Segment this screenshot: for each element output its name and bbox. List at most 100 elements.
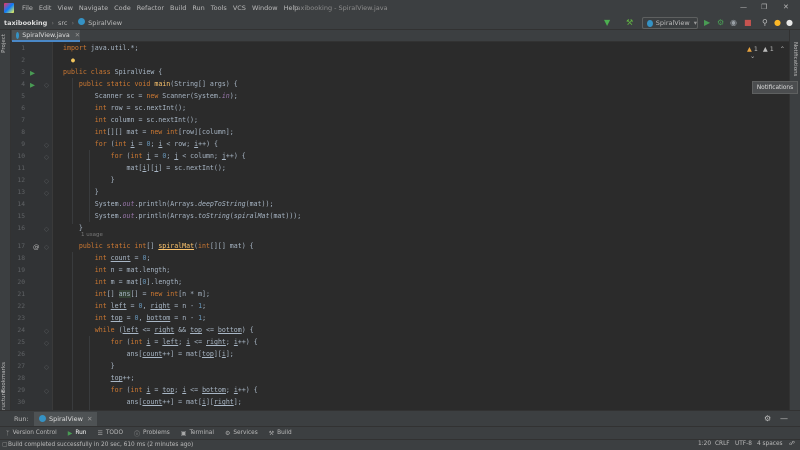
project-tool-tab[interactable]: Project (1, 34, 7, 53)
build-hammer-icon[interactable]: ⚒ (626, 18, 633, 27)
close-icon[interactable]: ✕ (783, 3, 789, 11)
fold-icon[interactable]: ◇ (44, 177, 49, 185)
line-number: 1 (21, 45, 25, 52)
annotation-gutter-icon[interactable]: @ (33, 243, 40, 251)
menu-file[interactable]: File (22, 4, 33, 12)
fold-icon[interactable]: ◇ (44, 141, 49, 149)
fold-icon[interactable]: ◇ (44, 189, 49, 197)
update-icon[interactable]: ● (774, 18, 781, 27)
vcs-icon[interactable]: ▼ (604, 18, 610, 27)
code-line: } (63, 224, 83, 232)
menu-run[interactable]: Run (192, 4, 204, 12)
menu-tools[interactable]: Tools (211, 4, 227, 12)
run-tab-spiralview[interactable]: SpiralView ✕ (34, 411, 98, 426)
todo-button[interactable]: ☰ TODO (97, 430, 123, 437)
intention-bulb-icon[interactable]: ● (63, 56, 75, 65)
close-tab-icon[interactable]: ✕ (75, 32, 80, 39)
title-bar: File Edit View Navigate Code Refactor Bu… (0, 0, 800, 16)
fold-icon[interactable]: ◇ (44, 339, 49, 347)
code-line: while (left <= right && top <= bottom) { (94, 326, 254, 334)
tool-window-label: Problems (143, 430, 170, 436)
run-icon: ▶ (67, 429, 73, 437)
status-icon[interactable]: ▢ (2, 441, 8, 448)
menu-navigate[interactable]: Navigate (79, 4, 108, 12)
intellij-logo-icon[interactable] (4, 3, 14, 13)
code-line: public class SpiralView { (63, 68, 163, 76)
weak-warning-icon: ▲ (762, 46, 768, 53)
status-bar: ▢ Build completed successfully in 20 sec… (0, 439, 800, 450)
coverage-icon[interactable]: ◉ (730, 18, 737, 27)
code-editor[interactable]: 1 2 3 4 5 6 7 8 9 10 11 12 13 14 15 16 1… (11, 42, 789, 418)
services-button[interactable]: ⚙ Services (225, 430, 258, 437)
inspection-widget[interactable]: ▲ 1 ▲ 1 ⌃ ⌄ (747, 46, 789, 60)
fold-icon[interactable]: ◇ (44, 243, 49, 251)
menu-code[interactable]: Code (114, 4, 131, 12)
line-number: 21 (17, 291, 25, 298)
menu-edit[interactable]: Edit (39, 4, 52, 12)
line-number: 2 (21, 57, 25, 64)
run-gutter-icon[interactable]: ▶ (30, 81, 35, 89)
status-message[interactable]: Build completed successfully in 20 sec, … (8, 442, 193, 448)
chevron-down-icon[interactable]: ⌄ (750, 53, 755, 60)
code-line: System.out.println(Arrays.toString(spira… (63, 212, 302, 220)
run-tool-window-header: Run: SpiralView ✕ ⚙ — (0, 410, 800, 426)
run-button[interactable]: ▶ Run (68, 430, 87, 437)
line-number: 16 (17, 225, 25, 232)
line-number: 29 (17, 387, 25, 394)
run-configuration-select[interactable]: SpiralView ▾ (642, 17, 698, 29)
menu-refactor[interactable]: Refactor (137, 4, 164, 12)
tool-window-label: Terminal (189, 430, 214, 436)
stop-icon[interactable]: ■ (744, 18, 752, 27)
services-icon: ⚙ (224, 429, 231, 437)
bookmarks-tool-tab[interactable]: Bookmarks (1, 362, 7, 393)
code-line: int[][] mat = new int[row][column]; (94, 128, 234, 136)
line-number: 12 (17, 177, 25, 184)
jetbrains-account-icon[interactable]: ● (786, 18, 793, 27)
build-button[interactable]: ⚒ Build (269, 430, 292, 437)
run-gutter-icon[interactable]: ▶ (30, 69, 35, 77)
file-encoding[interactable]: UTF-8 (735, 441, 752, 447)
indent-setting[interactable]: 4 spaces (757, 441, 783, 447)
chevron-up-icon[interactable]: ⌃ (780, 46, 785, 53)
code-line: top++; (110, 374, 135, 382)
run-icon[interactable]: ▶ (704, 18, 710, 27)
fold-icon[interactable]: ◇ (44, 153, 49, 161)
usage-hint[interactable]: 1 usage (81, 232, 103, 238)
notifications-tool-tab[interactable]: Notifications (792, 42, 798, 76)
breadcrumb-class-label: SpiralView (88, 19, 123, 27)
navigation-bar: taxibooking › src › SpiralView ▼ ⚒ Spira… (0, 16, 800, 30)
fold-icon[interactable]: ◇ (44, 387, 49, 395)
branch-icon: ᛉ (6, 429, 10, 437)
close-tab-icon[interactable]: ✕ (87, 415, 92, 423)
fold-icon[interactable]: ◇ (44, 225, 49, 233)
gear-icon[interactable]: ⚙ (764, 414, 771, 423)
code-line: int m = mat[0].length; (94, 278, 183, 286)
hide-panel-icon[interactable]: — (780, 414, 788, 423)
menu-build[interactable]: Build (170, 4, 186, 12)
problems-button[interactable]: ⓘ Problems (134, 429, 170, 438)
java-class-icon (16, 31, 20, 39)
restore-icon[interactable]: ❐ (761, 3, 767, 11)
version-control-button[interactable]: ᛉ Version Control (6, 430, 57, 437)
breadcrumb-src[interactable]: src (58, 19, 68, 27)
java-class-icon (647, 19, 653, 27)
caret-position[interactable]: 1:20 (698, 441, 711, 447)
lock-icon[interactable]: ☍ (789, 441, 795, 447)
run-configuration-label: SpiralView (655, 19, 690, 27)
fold-icon[interactable]: ◇ (44, 81, 49, 89)
menu-view[interactable]: View (57, 4, 72, 12)
line-separator[interactable]: CRLF (715, 441, 730, 447)
search-icon[interactable]: ⚲ (762, 18, 768, 27)
breadcrumb-project[interactable]: taxibooking (4, 19, 47, 27)
fold-icon[interactable]: ◇ (44, 327, 49, 335)
minimize-icon[interactable]: — (740, 3, 747, 11)
tab-spiralview-java[interactable]: SpiralView.java ✕ (12, 30, 80, 42)
line-number: 25 (17, 339, 25, 346)
menu-window[interactable]: Window (252, 4, 278, 12)
code-line: import java.util.*; (63, 44, 139, 52)
fold-icon[interactable]: ◇ (44, 363, 49, 371)
breadcrumb-class[interactable]: SpiralView (78, 18, 122, 27)
debug-icon[interactable]: ⚙ (717, 18, 724, 27)
menu-vcs[interactable]: VCS (233, 4, 246, 12)
terminal-button[interactable]: ▣ Terminal (181, 430, 214, 437)
